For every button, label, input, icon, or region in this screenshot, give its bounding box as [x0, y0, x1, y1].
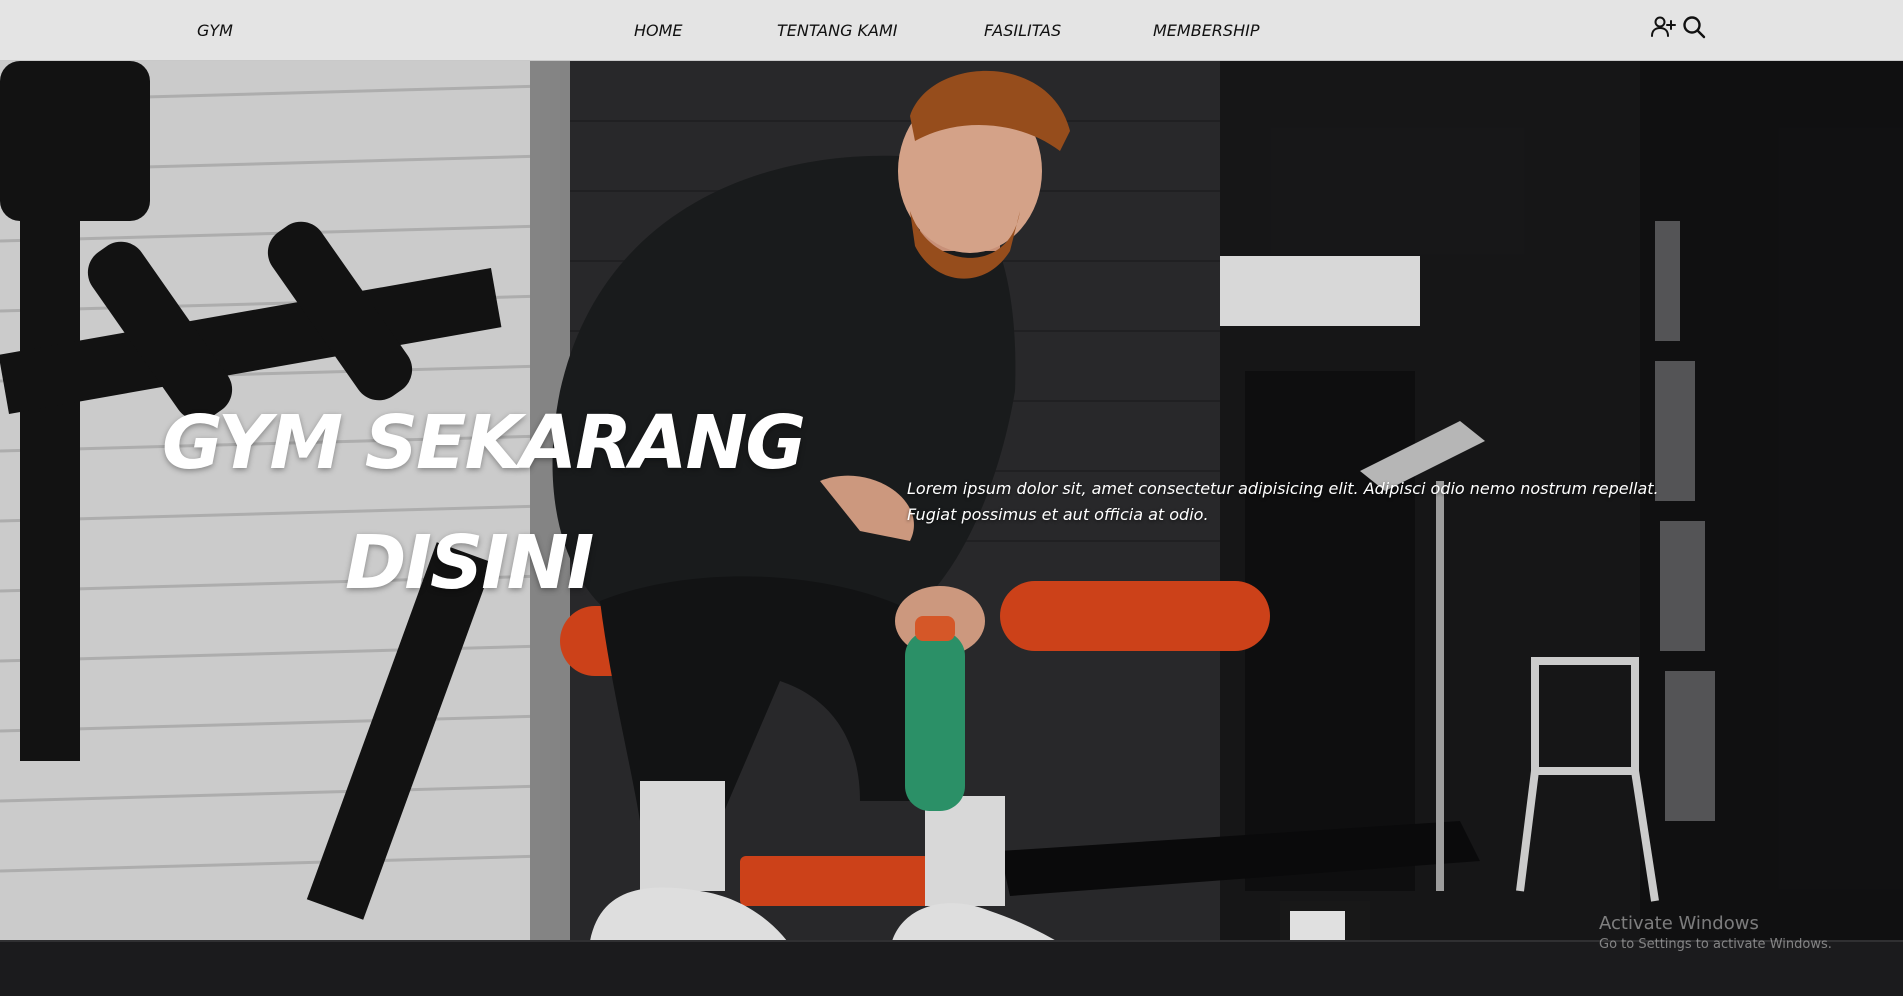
watermark-subtitle: Go to Settings to activate Windows. — [1599, 937, 1832, 952]
nav-home-link[interactable]: HOME — [634, 21, 683, 40]
nav-fasilitas-link[interactable]: FASILITAS — [984, 21, 1061, 40]
hero-subtext: Lorem ipsum dolor sit, amet consectetur … — [907, 479, 1659, 524]
windows-activation-watermark: Activate Windows Go to Settings to activ… — [1599, 912, 1832, 954]
landing-page: GYM HOME TENTANG KAMI FASILITAS MEMBERSH… — [0, 0, 1903, 996]
top-navbar: GYM HOME TENTANG KAMI FASILITAS MEMBERSH… — [0, 0, 1903, 61]
watermark-title: Activate Windows — [1599, 913, 1759, 934]
hero-headline-line-2: DISINI — [345, 520, 594, 606]
nav-tentang-kami-link[interactable]: TENTANG KAMI — [777, 21, 898, 40]
hero-section — [0, 61, 1903, 996]
hero-overlay — [0, 61, 1903, 996]
nav-membership-link[interactable]: MEMBERSHIP — [1153, 21, 1259, 40]
search-icon[interactable] — [1681, 14, 1707, 40]
brand-logo-link[interactable]: GYM — [197, 21, 233, 40]
hero-headline-line-1: GYM SEKARANG — [162, 400, 806, 486]
user-plus-icon[interactable] — [1650, 14, 1676, 40]
